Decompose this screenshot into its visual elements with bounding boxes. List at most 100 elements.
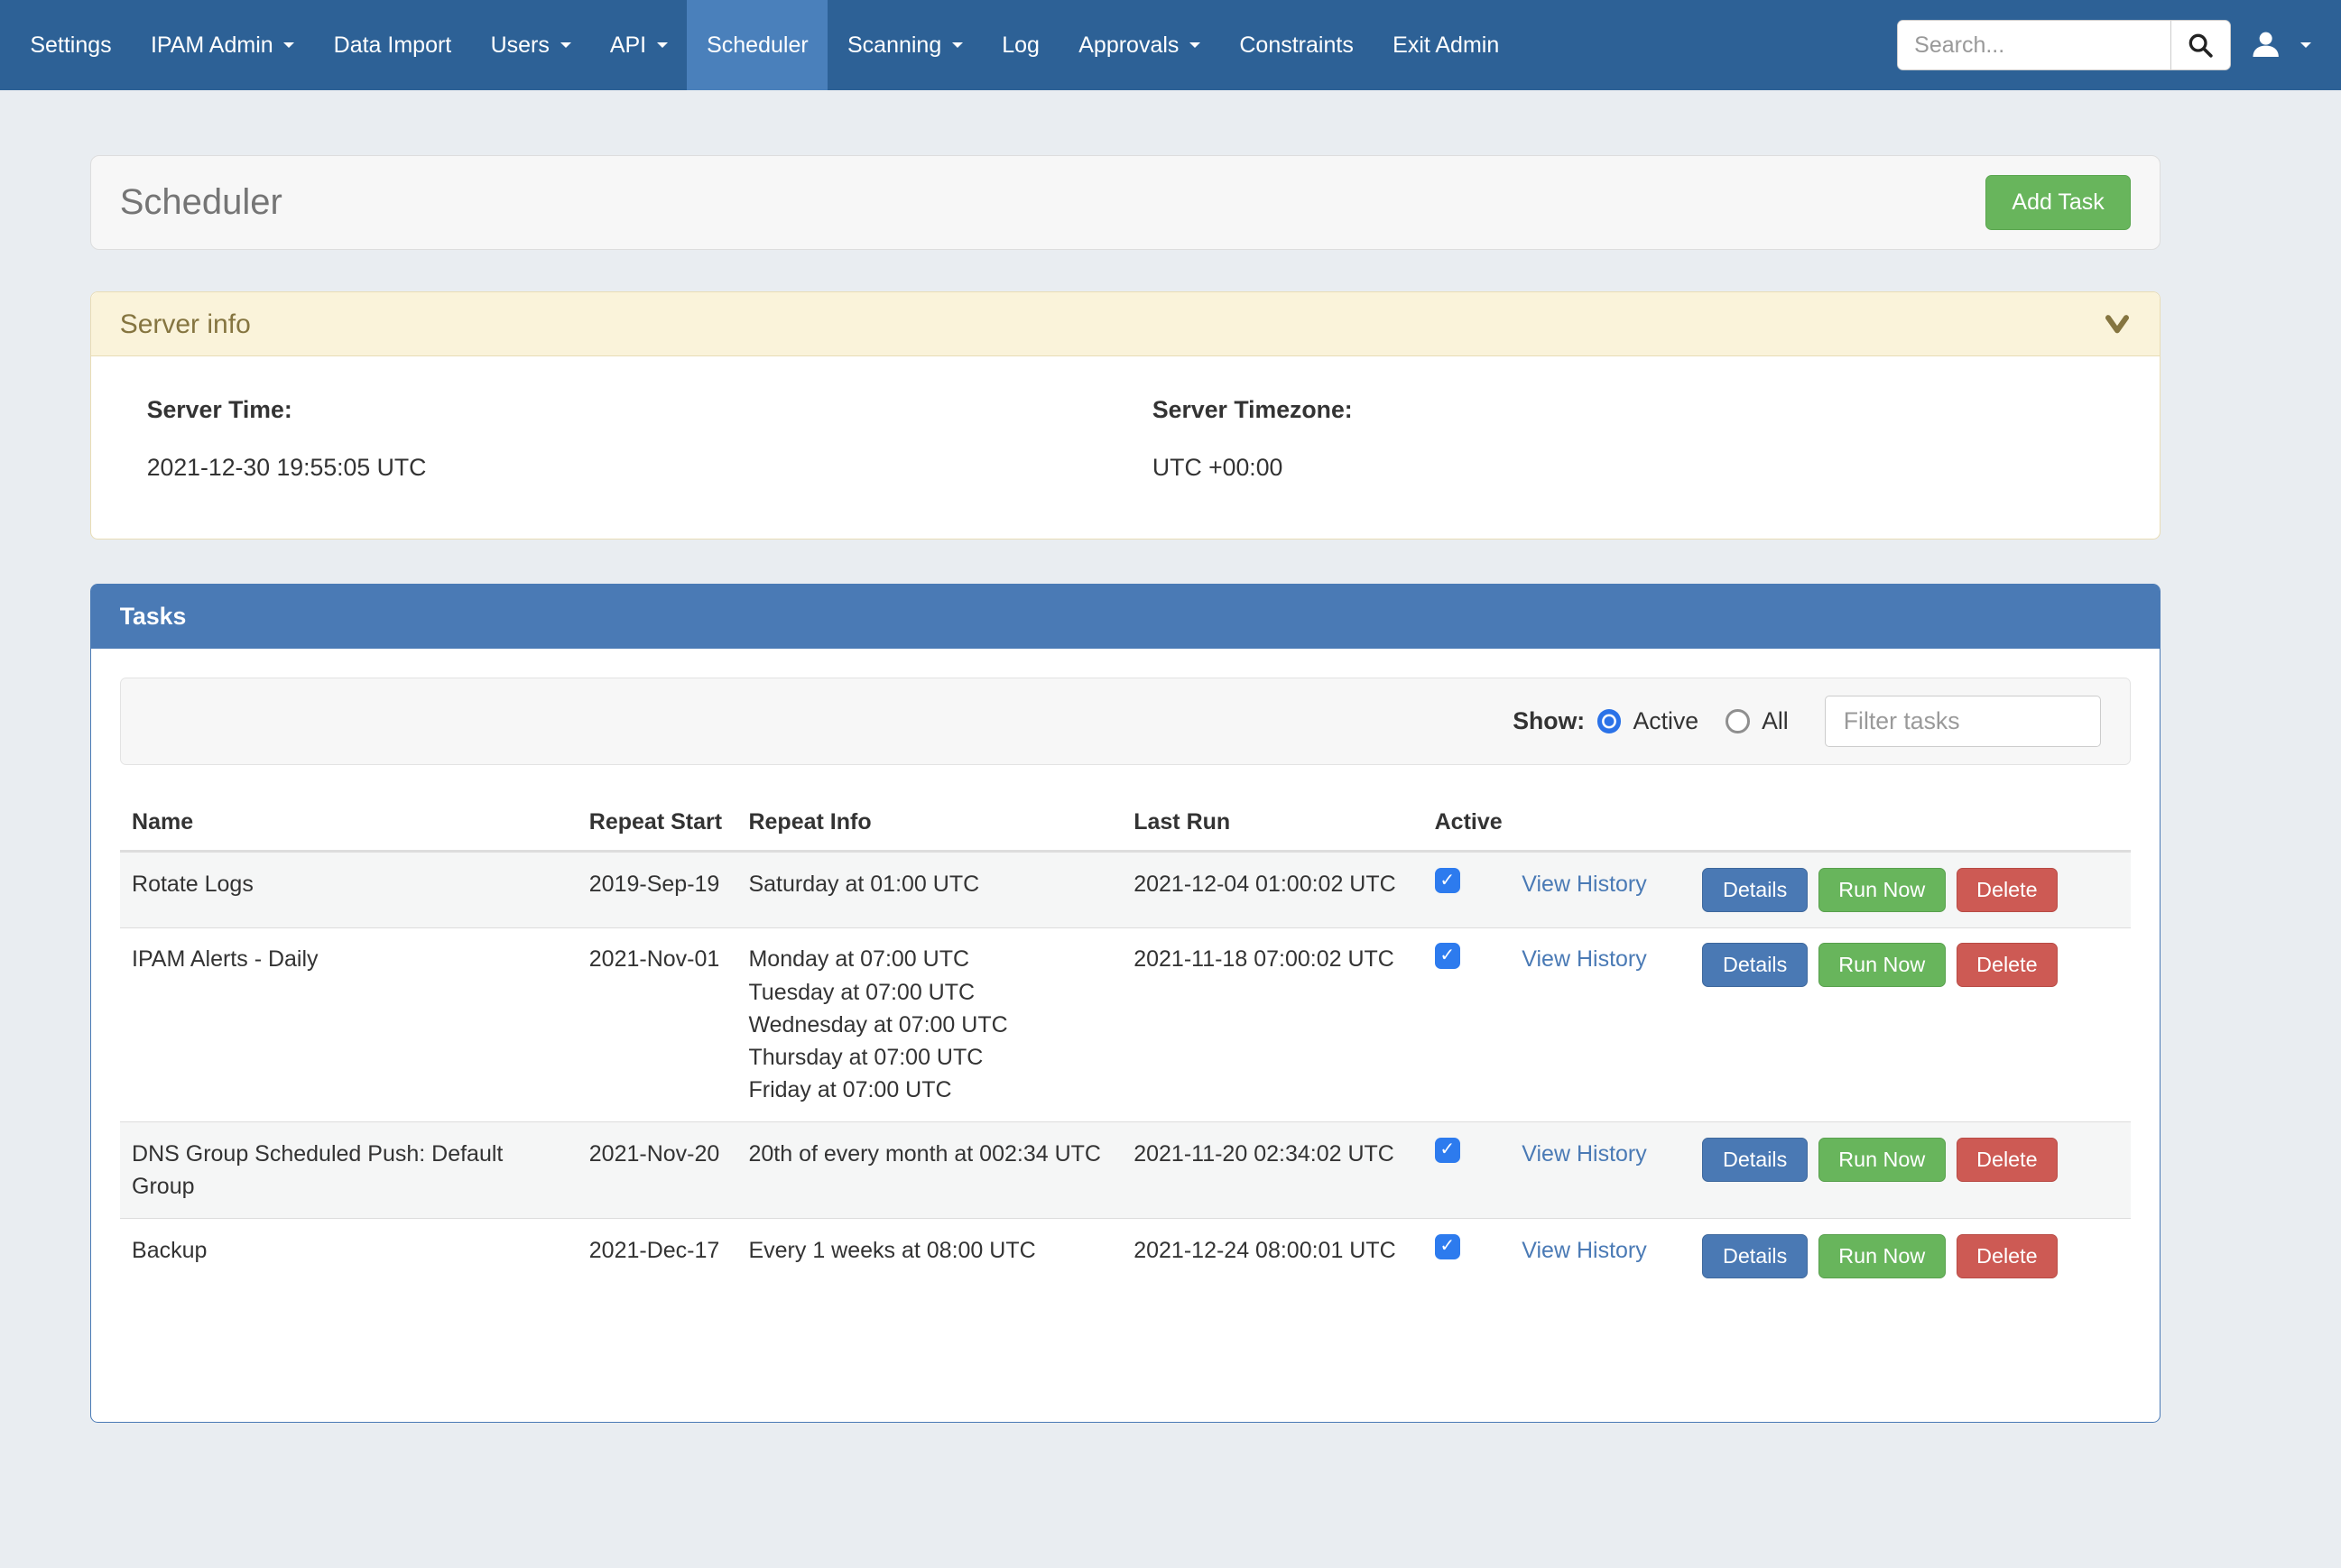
- task-name: Rotate Logs: [120, 853, 578, 916]
- details-button[interactable]: Details: [1702, 868, 1808, 912]
- table-body: Rotate Logs 2019-Sep-19 Saturday at 01:0…: [120, 853, 2131, 1293]
- nav-item-label: Log: [1002, 32, 1040, 59]
- page-title: Scheduler: [120, 182, 282, 223]
- active-checkbox[interactable]: ✓: [1435, 1234, 1460, 1259]
- column-header-active: Active: [1422, 793, 1510, 850]
- server-timezone-block: Server Timezone: UTC +00:00: [1125, 396, 2131, 482]
- nav-item-label: Constraints: [1239, 32, 1353, 59]
- active-checkbox[interactable]: ✓: [1435, 1138, 1460, 1163]
- task-last-run: 2021-12-24 08:00:01 UTC: [1122, 1219, 1422, 1282]
- nav-item-scheduler[interactable]: Scheduler: [687, 0, 828, 90]
- delete-button[interactable]: Delete: [1957, 1234, 2059, 1278]
- user-icon: [2251, 30, 2281, 60]
- server-timezone-label: Server Timezone:: [1152, 396, 2131, 424]
- view-history-link[interactable]: View History: [1522, 946, 1646, 972]
- nav-item-label: Approvals: [1078, 32, 1179, 59]
- nav-item-data-import[interactable]: Data Import: [314, 0, 471, 90]
- nav-item-label: API: [610, 32, 646, 59]
- nav-item-log[interactable]: Log: [983, 0, 1059, 90]
- show-all-radio[interactable]: [1726, 709, 1750, 733]
- search-icon: [2188, 32, 2213, 58]
- column-header-repeat-start: Repeat Start: [577, 793, 736, 850]
- server-time-block: Server Time: 2021-12-30 19:55:05 UTC: [120, 396, 1125, 482]
- nav-item-constraints[interactable]: Constraints: [1220, 0, 1374, 90]
- tasks-toolbar: Show: Active All: [120, 678, 2131, 765]
- nav-item-label: Scheduler: [707, 32, 809, 59]
- table-row: DNS Group Scheduled Push: Default Group …: [120, 1121, 2131, 1218]
- tasks-panel-title: Tasks: [91, 585, 2160, 650]
- navbar-right: [1897, 0, 2311, 90]
- show-active-radio[interactable]: [1597, 709, 1622, 733]
- column-header-name: Name: [120, 793, 578, 850]
- nav-item-settings[interactable]: Settings: [11, 0, 132, 90]
- search-group: [1897, 20, 2231, 71]
- table-row: Rotate Logs 2019-Sep-19 Saturday at 01:0…: [120, 853, 2131, 927]
- server-info-body: Server Time: 2021-12-30 19:55:05 UTC Ser…: [91, 356, 2160, 539]
- filter-tasks-input[interactable]: [1825, 696, 2102, 747]
- table-header-row: Name Repeat Start Repeat Info Last Run A…: [120, 793, 2131, 853]
- tasks-panel-body: Show: Active All Name Repeat Start Repea…: [91, 649, 2160, 1322]
- task-name: Backup: [120, 1219, 578, 1282]
- task-repeat-info: 20th of every month at 002:34 UTC: [736, 1122, 1122, 1185]
- nav-item-label: Scanning: [847, 32, 941, 59]
- search-button[interactable]: [2170, 20, 2231, 71]
- chevron-down-icon: [657, 42, 668, 48]
- details-button[interactable]: Details: [1702, 1234, 1808, 1278]
- table-row: Backup 2021-Dec-17 Every 1 weeks at 08:0…: [120, 1218, 2131, 1293]
- user-menu[interactable]: [2251, 30, 2311, 60]
- task-last-run: 2021-11-20 02:34:02 UTC: [1122, 1122, 1422, 1185]
- nav-item-label: Data Import: [334, 32, 452, 59]
- view-history-link[interactable]: View History: [1522, 1141, 1646, 1167]
- task-last-run: 2021-12-04 01:00:02 UTC: [1122, 853, 1422, 916]
- server-time-value: 2021-12-30 19:55:05 UTC: [147, 454, 1125, 482]
- show-active-label[interactable]: Active: [1633, 707, 1699, 735]
- run-now-button[interactable]: Run Now: [1818, 943, 1946, 987]
- chevron-down-icon: [1189, 42, 1200, 48]
- run-now-button[interactable]: Run Now: [1818, 1234, 1946, 1278]
- task-repeat-info: Monday at 07:00 UTCTuesday at 07:00 UTCW…: [736, 928, 1122, 1122]
- view-history-link[interactable]: View History: [1522, 872, 1646, 897]
- nav-item-api[interactable]: API: [590, 0, 687, 90]
- show-all-label[interactable]: All: [1762, 707, 1789, 735]
- chevron-down-icon: [2300, 42, 2311, 48]
- tasks-panel: Tasks Show: Active All Name Repeat Start…: [90, 584, 2161, 1423]
- chevron-down-icon: [560, 42, 571, 48]
- delete-button[interactable]: Delete: [1957, 868, 2059, 912]
- nav-item-label: Users: [491, 32, 550, 59]
- nav-item-scanning[interactable]: Scanning: [828, 0, 982, 90]
- run-now-button[interactable]: Run Now: [1818, 1138, 1946, 1182]
- page-header: Scheduler Add Task: [90, 155, 2161, 250]
- column-header-last-run: Last Run: [1122, 793, 1422, 850]
- search-input[interactable]: [1897, 20, 2170, 71]
- nav-menu: SettingsIPAM Admin Data Import Users API Sch…: [11, 0, 1519, 90]
- nav-item-approvals[interactable]: Approvals: [1059, 0, 1220, 90]
- task-repeat-start: 2021-Nov-01: [577, 928, 736, 992]
- view-history-link[interactable]: View History: [1522, 1238, 1646, 1263]
- details-button[interactable]: Details: [1702, 943, 1808, 987]
- nav-item-exit-admin[interactable]: Exit Admin: [1373, 0, 1518, 90]
- details-button[interactable]: Details: [1702, 1138, 1808, 1182]
- delete-button[interactable]: Delete: [1957, 1138, 2059, 1182]
- server-timezone-value: UTC +00:00: [1152, 454, 2131, 482]
- active-checkbox[interactable]: ✓: [1435, 943, 1460, 968]
- server-time-label: Server Time:: [147, 396, 1125, 424]
- task-last-run: 2021-11-18 07:00:02 UTC: [1122, 928, 1422, 992]
- task-repeat-start: 2021-Dec-17: [577, 1219, 736, 1282]
- chevron-down-icon[interactable]: [2104, 314, 2131, 335]
- column-header-repeat-info: Repeat Info: [736, 793, 1122, 850]
- add-task-button[interactable]: Add Task: [1985, 175, 2131, 230]
- task-name: DNS Group Scheduled Push: Default Group: [120, 1122, 578, 1218]
- active-checkbox[interactable]: ✓: [1435, 868, 1460, 893]
- server-info-header[interactable]: Server info: [91, 292, 2160, 356]
- task-repeat-start: 2019-Sep-19: [577, 853, 736, 916]
- nav-item-label: Exit Admin: [1393, 32, 1499, 59]
- chevron-down-icon: [952, 42, 963, 48]
- nav-item-users[interactable]: Users: [471, 0, 590, 90]
- delete-button[interactable]: Delete: [1957, 943, 2059, 987]
- tasks-table: Name Repeat Start Repeat Info Last Run A…: [120, 793, 2131, 1293]
- nav-item-ipam-admin[interactable]: IPAM Admin: [131, 0, 314, 90]
- run-now-button[interactable]: Run Now: [1818, 868, 1946, 912]
- chevron-down-icon: [283, 42, 294, 48]
- task-name: IPAM Alerts - Daily: [120, 928, 578, 992]
- task-repeat-info: Saturday at 01:00 UTC: [736, 853, 1122, 916]
